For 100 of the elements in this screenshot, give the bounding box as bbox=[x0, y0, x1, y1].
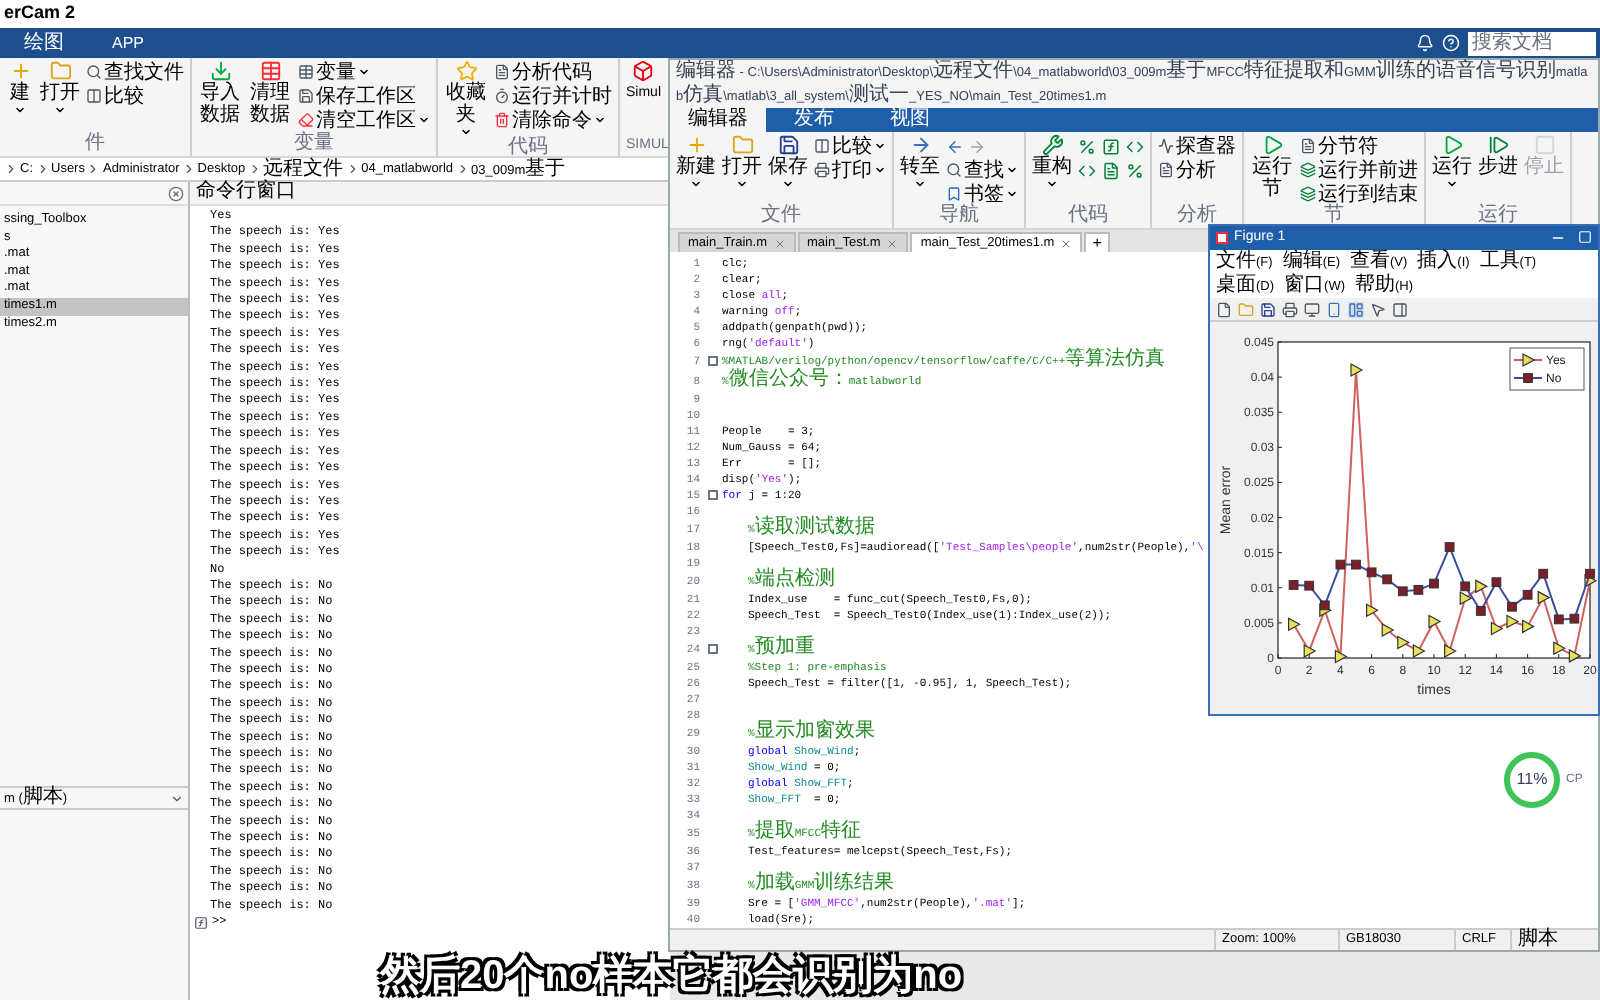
group-label: 变量 bbox=[292, 134, 336, 156]
help-icon bbox=[1442, 34, 1460, 52]
caret-icon bbox=[460, 126, 472, 138]
layers-icon bbox=[1300, 186, 1316, 203]
toolbar-button[interactable]: 步进 bbox=[1478, 134, 1518, 179]
toolbar-button[interactable]: 分析代码 bbox=[494, 60, 612, 84]
toolbar-button[interactable]: 分析 bbox=[1158, 158, 1236, 183]
toolbar-button[interactable]: 新建 bbox=[676, 134, 716, 191]
toolbar-button[interactable]: 运行并计时 bbox=[494, 84, 612, 108]
ribbon-tab[interactable]: 发布 bbox=[766, 108, 862, 133]
columns-icon bbox=[86, 88, 102, 104]
square-marker bbox=[1382, 574, 1393, 585]
chevron-icon bbox=[455, 162, 470, 176]
toolbar-button[interactable]: 比较 bbox=[86, 84, 184, 108]
pointer-icon bbox=[1370, 301, 1386, 317]
percent-icon bbox=[1078, 138, 1096, 157]
triangle-marker bbox=[1350, 363, 1364, 378]
percent-icon bbox=[1126, 162, 1144, 181]
group-label: 文件 bbox=[759, 206, 803, 229]
group-label: 代码 bbox=[506, 138, 550, 158]
toolbar-button[interactable]: 运行节 bbox=[1250, 134, 1294, 201]
toolbar-button[interactable]: 清空工作区 bbox=[298, 108, 430, 132]
toolbar-button[interactable]: 清理数据 bbox=[248, 60, 292, 126]
square-marker bbox=[1335, 559, 1346, 570]
new-file-icon bbox=[1216, 301, 1232, 317]
group-label: 运行 bbox=[1476, 206, 1520, 229]
fold-icon[interactable] bbox=[707, 644, 717, 654]
toolbar-button[interactable]: 保存工作区 bbox=[298, 84, 430, 108]
phone-icon bbox=[1326, 301, 1342, 317]
printer-icon bbox=[814, 162, 830, 179]
triangle-marker bbox=[1428, 614, 1442, 629]
figure-window-icon bbox=[1216, 232, 1228, 244]
new-tab-button[interactable]: + bbox=[1084, 232, 1110, 252]
document-icon bbox=[1300, 138, 1316, 155]
cube-icon bbox=[632, 60, 655, 82]
caret-icon bbox=[14, 104, 26, 116]
timer-icon bbox=[494, 88, 510, 104]
ribbon-tab[interactable]: 视图 bbox=[862, 108, 958, 133]
toolbar-button[interactable]: 打印 bbox=[814, 158, 886, 183]
toolbar-button[interactable]: 查找 bbox=[946, 158, 1018, 183]
ribbon-tab[interactable]: APP bbox=[88, 28, 169, 58]
printer-icon bbox=[1282, 301, 1298, 317]
play-icon bbox=[1261, 134, 1283, 157]
square-marker bbox=[1397, 586, 1408, 597]
square-marker bbox=[1523, 373, 1533, 383]
toolbar-button[interactable]: 导入数据 bbox=[198, 60, 242, 126]
fold-icon[interactable] bbox=[707, 356, 717, 366]
toolbar-button[interactable]: 变量 bbox=[298, 60, 430, 84]
square-marker bbox=[1288, 580, 1299, 590]
step-icon bbox=[1487, 134, 1509, 157]
toolbar-button[interactable]: 清除命令 bbox=[494, 108, 612, 132]
legend-box bbox=[1509, 347, 1585, 391]
toolbar-button[interactable]: 打开 bbox=[722, 134, 762, 191]
square-marker bbox=[1460, 581, 1471, 592]
group-label: 节 bbox=[1322, 206, 1346, 229]
square-marker bbox=[1351, 559, 1361, 570]
ribbon-tab[interactable]: 绘图 bbox=[0, 28, 88, 58]
plus-icon bbox=[9, 60, 31, 82]
triangle-marker bbox=[1334, 649, 1348, 664]
square-marker bbox=[1429, 578, 1439, 589]
toolbar-button[interactable]: 建 bbox=[6, 60, 34, 116]
toolbar-button[interactable]: 重构 bbox=[1032, 134, 1072, 191]
close-icon[interactable] bbox=[773, 237, 785, 249]
toolbar-button[interactable]: 转至 bbox=[900, 134, 940, 191]
toolbar-button[interactable]: 运行到结束 bbox=[1300, 182, 1418, 207]
panel-icon bbox=[1392, 301, 1408, 317]
layers-icon bbox=[1300, 162, 1316, 179]
toolbar-button[interactable]: 分节符 bbox=[1300, 134, 1418, 159]
toolbar-button[interactable]: 运行 bbox=[1432, 134, 1472, 191]
caret-icon bbox=[736, 178, 748, 191]
eraser-icon bbox=[298, 112, 314, 128]
toolbar-button[interactable]: 比较 bbox=[814, 134, 886, 159]
chevron-down-icon bbox=[170, 791, 184, 805]
toolbar-button[interactable]: 探查器 bbox=[1158, 134, 1236, 159]
table-icon bbox=[298, 64, 314, 80]
toolbar-button[interactable]: 运行并前进 bbox=[1300, 158, 1418, 183]
square-marker bbox=[1507, 601, 1517, 612]
bell-icon bbox=[1416, 34, 1434, 52]
path-segment[interactable]: 远程文件 bbox=[263, 157, 344, 181]
ribbon-tab[interactable]: 编辑器 bbox=[670, 108, 766, 133]
close-icon[interactable] bbox=[1060, 237, 1073, 249]
folder-icon bbox=[731, 134, 753, 157]
toolbar-button[interactable]: 收藏夹 bbox=[444, 60, 488, 138]
document-icon bbox=[1102, 162, 1120, 181]
plus-icon bbox=[685, 134, 707, 157]
toolbar-button[interactable]: 查找文件 bbox=[86, 60, 184, 84]
pulse-icon bbox=[1158, 138, 1174, 155]
close-icon[interactable] bbox=[886, 237, 899, 249]
square-marker bbox=[1585, 568, 1595, 579]
chevron-icon bbox=[35, 162, 49, 176]
triangle-marker bbox=[1303, 643, 1317, 658]
triangle-marker bbox=[1288, 617, 1301, 632]
fold-icon[interactable] bbox=[707, 490, 717, 500]
caret-icon bbox=[1046, 178, 1058, 191]
status-field: 脚本 bbox=[1510, 930, 1598, 950]
toolbar-button[interactable]: 保存 bbox=[768, 134, 808, 191]
square-marker bbox=[1553, 614, 1564, 625]
code-icon bbox=[1126, 138, 1144, 157]
chevron-icon bbox=[86, 162, 101, 176]
toolbar-button[interactable]: 打开 bbox=[40, 60, 80, 116]
